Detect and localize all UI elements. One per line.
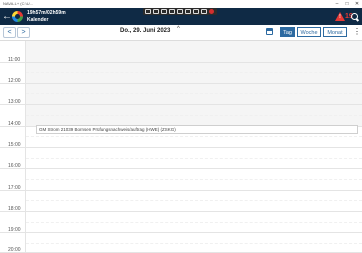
minimize-button[interactable]: –	[332, 0, 342, 8]
toolbar-chat-icon[interactable]	[177, 9, 183, 14]
half-hour-line	[26, 93, 362, 94]
half-hour-line	[26, 243, 362, 244]
hour-label: 15:00	[8, 142, 21, 148]
hour-label: 13:00	[8, 99, 21, 105]
hour-row: 18:00	[0, 206, 362, 212]
hour-row: 13:00	[0, 99, 362, 105]
more-menu-button[interactable]: ⋮	[353, 27, 361, 37]
hour-row: 11:00	[0, 57, 362, 63]
half-hour-line	[26, 179, 362, 180]
section-title: Kalender	[27, 17, 49, 23]
prev-day-button[interactable]: <	[3, 27, 16, 38]
tab-day[interactable]: Tag	[280, 27, 295, 37]
warning-mark: !	[339, 14, 341, 20]
toolbar-window-icon[interactable]	[193, 9, 199, 14]
hour-label: 14:00	[8, 121, 21, 127]
calendar-event[interactable]: GM Strom 21039 Bornsen Prüfungsnachweis/…	[36, 125, 358, 134]
half-hour-line	[26, 115, 362, 116]
day-calendar-grid[interactable]: 11:00 12:00 13:00 14:00 15:00 16:00 17:0…	[0, 41, 362, 253]
half-hour-line	[26, 222, 362, 223]
hour-label: 19:00	[8, 227, 21, 233]
half-hour-line	[26, 158, 362, 159]
hour-label: 16:00	[8, 163, 21, 169]
hour-label: 20:00	[8, 247, 21, 253]
hour-row: 19:00	[0, 227, 362, 233]
hour-label: 18:00	[8, 206, 21, 212]
toolbar-record-icon[interactable]	[209, 9, 214, 14]
back-button[interactable]: ←	[2, 11, 12, 22]
half-hour-line	[26, 200, 362, 201]
chevron-up-icon[interactable]: ^	[177, 26, 180, 32]
app-logo	[12, 11, 23, 22]
app-header: ← 19h57m/02h59m Kalender ! 19	[0, 8, 362, 25]
toolbar-settings-icon[interactable]	[185, 9, 191, 14]
tab-week[interactable]: Woche	[297, 27, 321, 37]
toolbar-screen-icon[interactable]	[145, 9, 151, 14]
window-title: NAVA-L+ (C:\U...	[3, 1, 33, 6]
toolbar-clipboard-icon[interactable]	[201, 9, 207, 14]
hour-label: 11:00	[8, 57, 21, 63]
arrow-left-icon: ←	[2, 11, 12, 22]
hour-row: 16:00	[0, 163, 362, 169]
search-icon-handle	[355, 18, 360, 22]
hour-label: 12:00	[8, 78, 21, 84]
tab-month[interactable]: Monat	[323, 27, 347, 37]
hour-label: 17:00	[8, 185, 21, 191]
date-navigation: < > Do., 29. Juni 2023 ^ Tag Woche Monat…	[0, 25, 362, 41]
toolbar-camera-icon[interactable]	[161, 9, 167, 14]
half-hour-line	[26, 136, 362, 137]
close-window-button[interactable]: ✕	[352, 0, 362, 8]
hour-row: 12:00	[0, 78, 362, 84]
calendar-icon[interactable]	[266, 28, 273, 35]
work-timer: 19h57m/02h59m	[27, 10, 66, 16]
next-day-button[interactable]: >	[17, 27, 30, 38]
toolbar-keyboard-icon[interactable]	[153, 9, 159, 14]
toolbar-file-icon[interactable]	[169, 9, 175, 14]
alerts-button[interactable]: ! 19	[335, 12, 353, 22]
maximize-button[interactable]: □	[342, 0, 352, 8]
hour-row: 15:00	[0, 142, 362, 148]
current-date[interactable]: Do., 29. Juni 2023	[120, 28, 170, 34]
hour-row: 17:00	[0, 185, 362, 191]
half-hour-line	[26, 72, 362, 73]
search-button[interactable]	[350, 12, 360, 22]
remote-toolbar	[143, 8, 217, 15]
